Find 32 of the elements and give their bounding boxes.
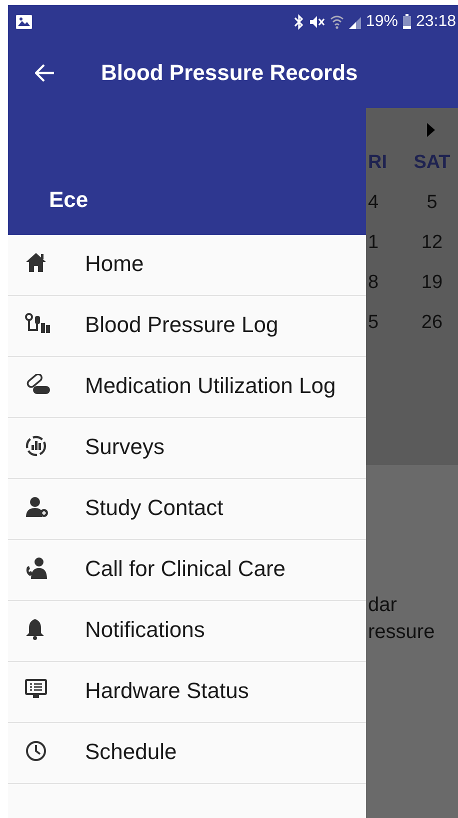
legend-text: dar <box>368 593 398 618</box>
monitor-icon <box>25 679 47 699</box>
wifi-icon <box>330 14 344 28</box>
menu-item[interactable]: Notifications <box>8 601 366 662</box>
chart-circle-icon <box>25 435 47 457</box>
clock-icon <box>25 740 47 762</box>
battery-icon <box>402 14 411 29</box>
bluetooth-icon <box>294 14 304 30</box>
back-arrow-icon[interactable] <box>35 64 55 82</box>
mute-icon <box>308 14 325 28</box>
blood-pressure-monitor-icon <box>25 313 51 335</box>
home-icon <box>25 252 47 272</box>
person-add-icon <box>25 496 49 518</box>
user-name: Ece <box>49 187 88 213</box>
pills-icon <box>25 374 51 396</box>
menu-item[interactable]: Call for Clinical Care <box>8 540 366 601</box>
signal-icon <box>348 14 361 28</box>
menu-item[interactable]: Blood Pressure Log <box>8 296 366 357</box>
weekday-label: RI <box>367 152 388 174</box>
menu-item[interactable]: Home <box>8 235 366 296</box>
person-phone-icon <box>25 557 49 581</box>
menu-item[interactable]: Study Contact <box>8 479 366 540</box>
clock: 23:18 <box>416 12 456 30</box>
menu-item[interactable]: Medication Utilization Log <box>8 357 366 418</box>
battery-percent: 19% <box>366 12 398 30</box>
next-month-icon[interactable] <box>426 122 436 138</box>
weekday-label: SAT <box>412 152 452 174</box>
screen-title: Blood Pressure Records <box>101 60 358 86</box>
menu-item[interactable]: Hardware Status <box>8 662 366 723</box>
bell-icon <box>25 618 45 640</box>
legend-text: ressure <box>368 620 436 645</box>
image-icon <box>16 14 32 28</box>
